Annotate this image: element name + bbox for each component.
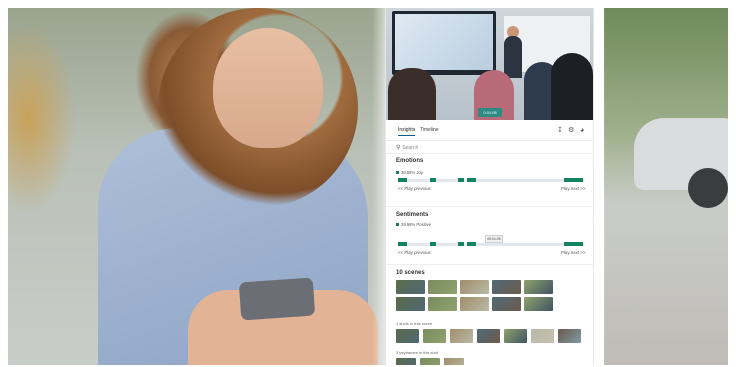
scene-thumbnail[interactable] — [396, 329, 419, 343]
download-icon[interactable]: ↧ — [557, 126, 563, 135]
scene-thumbnail[interactable] — [428, 280, 457, 294]
audience-member — [388, 68, 436, 120]
scene-thumbnail[interactable] — [504, 329, 527, 343]
presenter — [504, 36, 522, 78]
timestamp-tooltip: 00:01:25 — [485, 235, 503, 243]
timeline-segment[interactable] — [398, 242, 407, 246]
globe-icon[interactable]: ◕ — [580, 126, 584, 135]
divider — [386, 153, 593, 154]
sentiments-metric-label: 28.58% Positive — [401, 222, 432, 227]
scene-thumbnail[interactable] — [450, 329, 473, 343]
emotions-metric-label: 28.58% Joy — [401, 170, 423, 175]
scene-thumbnail[interactable] — [396, 358, 416, 365]
scene-thumbnail[interactable] — [396, 297, 425, 311]
video-timestamp-badge[interactable]: 0:01:08 — [478, 108, 502, 117]
car-wheel — [688, 168, 728, 208]
scene-thumbnail[interactable] — [423, 329, 446, 343]
emotions-play-previous-button[interactable]: << Play previous — [398, 186, 431, 191]
sentiments-play-previous-button[interactable]: << Play previous — [398, 250, 431, 255]
scene-thumbnail[interactable] — [396, 280, 425, 294]
smartphone — [238, 277, 316, 321]
scene-thumbnail[interactable] — [558, 329, 581, 343]
search-input[interactable]: ⚲ Search — [396, 144, 418, 151]
scene-thumbnail[interactable] — [428, 297, 457, 311]
audience-member — [551, 53, 593, 120]
screenshot-stage: 0:01:08 Insights Timeline ↧ ⚙ ◕ ⚲ Search … — [8, 8, 728, 365]
emotions-title: Emotions — [396, 158, 424, 164]
emotions-metric[interactable]: 28.58% Joy — [396, 170, 423, 175]
timeline-segment[interactable] — [398, 178, 407, 182]
scene-thumbnail[interactable] — [524, 297, 553, 311]
timeline-segment[interactable] — [458, 242, 464, 246]
video-player[interactable]: 0:01:08 — [386, 8, 593, 120]
emotions-timeline-track[interactable] — [398, 178, 584, 182]
scene-thumbnail[interactable] — [477, 329, 500, 343]
scene-thumbnail[interactable] — [420, 358, 440, 365]
sentiments-metric[interactable]: 28.58% Positive — [396, 222, 431, 227]
positive-color-swatch — [396, 223, 399, 227]
scene-thumbnail[interactable] — [524, 280, 553, 294]
search-placeholder: Search — [402, 145, 419, 151]
timeline-segment[interactable] — [430, 242, 436, 246]
screen-content — [395, 14, 493, 70]
timeline-segment[interactable] — [467, 242, 476, 246]
timeline-segment[interactable] — [564, 178, 583, 182]
sentiments-play-next-button[interactable]: Play next >> — [561, 250, 585, 255]
scene-thumbnail[interactable] — [492, 297, 521, 311]
sentiments-timeline-track[interactable] — [398, 242, 584, 246]
tab-insights[interactable]: Insights — [398, 127, 416, 136]
timeline-segment[interactable] — [467, 178, 476, 182]
insight-tabs: Insights Timeline ↧ ⚙ ◕ — [386, 122, 593, 141]
sentiments-title: Sentiments — [396, 212, 429, 218]
shots-label: 1 shots in this scene — [396, 321, 433, 326]
timeline-segment[interactable] — [430, 178, 436, 182]
divider — [386, 206, 593, 207]
settings-icon[interactable]: ⚙ — [568, 126, 574, 135]
search-icon: ⚲ — [396, 145, 401, 151]
timeline-segment[interactable] — [458, 178, 464, 182]
scene-thumbnail[interactable] — [444, 358, 464, 365]
scene-thumbnail[interactable] — [460, 280, 489, 294]
scenes-title: 10 scenes — [396, 270, 425, 276]
tab-timeline[interactable]: Timeline — [420, 127, 439, 133]
keyframes-label: 3 keyframes in this shot — [396, 350, 439, 355]
fade-overlay-left — [372, 8, 386, 365]
divider — [386, 264, 593, 265]
joy-color-swatch — [396, 171, 399, 175]
scene-thumbnail[interactable] — [531, 329, 554, 343]
video-indexer-panel: 0:01:08 Insights Timeline ↧ ⚙ ◕ ⚲ Search … — [385, 8, 594, 365]
fade-overlay-right — [592, 8, 606, 365]
woman-face — [213, 28, 323, 148]
emotions-play-next-button[interactable]: Play next >> — [561, 186, 585, 191]
scene-thumbnail[interactable] — [492, 280, 521, 294]
timeline-segment[interactable] — [564, 242, 583, 246]
scene-thumbnail[interactable] — [460, 297, 489, 311]
